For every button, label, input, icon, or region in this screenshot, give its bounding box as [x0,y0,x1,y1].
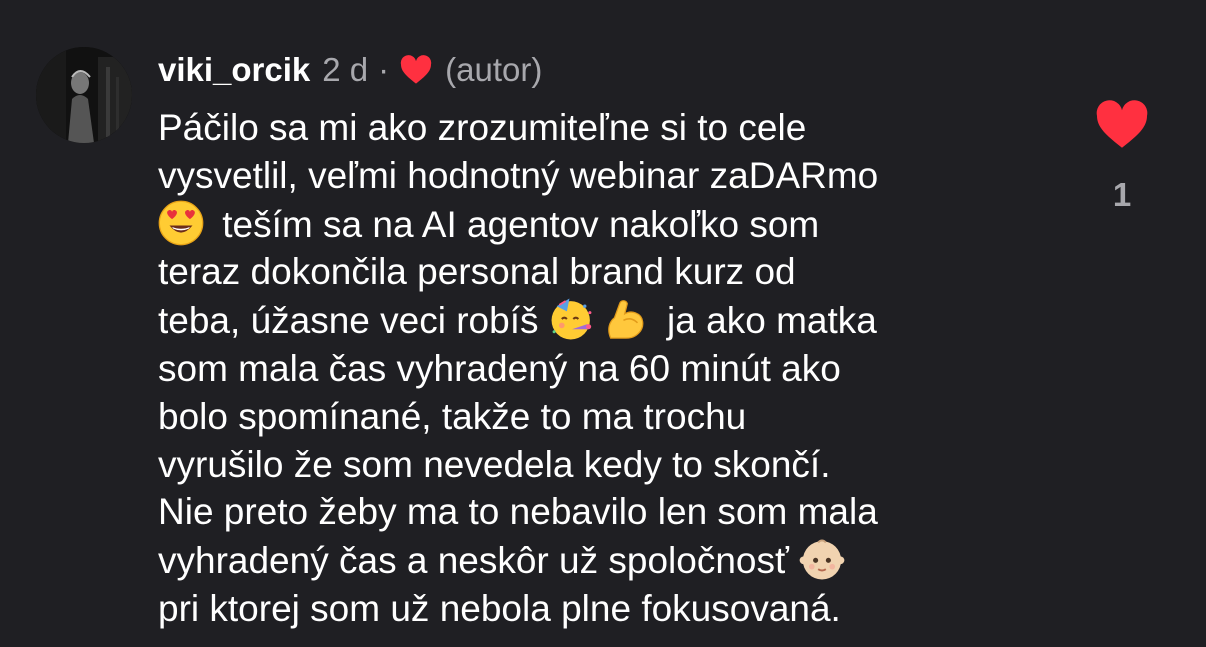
comment-text-segment: pri ktorej som už nebola plne fokusovaná… [158,587,841,629]
author-tag: (autor) [445,51,543,88]
heart-icon [399,55,433,85]
like-button-heart-icon[interactable] [1094,100,1150,150]
comment-line: Páčilo sa mi ako zrozumiteľne si to cele [158,104,1058,152]
comment-line: som mala čas vyhradený na 60 minút ako [158,345,1058,393]
smiling-face-with-heart-eyes-emoji [158,200,208,246]
comment-text-segment: teba, úžasne veci robíš [158,300,549,342]
avatar-image [36,47,132,143]
comment-text-segment: teraz dokončila personal brand kurz od [158,251,796,293]
comment-text: Páčilo sa mi ako zrozumiteľne si to cele… [158,104,1058,633]
comment-text-segment: vysvetlil, veľmi hodnotný webinar zaDARm… [158,154,879,196]
comment: viki_orcik 2 d · (autor) Páčilo sa mi ak… [0,0,1206,647]
comment-text-segment: Páčilo sa mi ako zrozumiteľne si to cele [158,107,807,148]
comment-header: viki_orcik 2 d · (autor) [158,48,542,92]
comment-line: Nie preto žeby ma to nebavilo len som ma… [158,488,1058,536]
comment-line: teba, úžasne veci robíš ja ako matka [158,296,1058,345]
comment-line: teším sa na AI agentov nakoľko som [158,200,1058,249]
partying-face-emoji [549,296,599,342]
timestamp: 2 d [322,51,369,88]
comment-line: pri ktorej som už nebola plne fokusovaná… [158,585,1058,633]
comment-text-segment: vyrušilo že som nevedela kedy to skončí. [158,443,831,485]
comment-text-segment: som mala čas vyhradený na 60 minút ako [158,347,841,389]
comment-line: vyhradený čas a neskôr už spoločnosť [158,536,1058,585]
username[interactable]: viki_orcik [158,51,310,89]
comment-text-segment: vyhradený čas a neskôr už spoločnosť [158,540,800,582]
comment-text-segment: bolo spomínané, takže to ma trochu [158,395,747,437]
comment-line: bolo spomínané, takže to ma trochu [158,393,1058,441]
comment-text-segment: ja ako matka [656,300,877,342]
baby-face-emoji [799,536,849,582]
comment-text-segment: Nie preto žeby ma to nebavilo len som ma… [158,491,878,533]
avatar[interactable] [36,47,132,143]
comment-line: teraz dokončila personal brand kurz od [158,248,1058,296]
like-area: 1 [1092,100,1152,214]
comment-line: vyrušilo že som nevedela kedy to skončí. [158,441,1058,489]
separator: · [378,51,390,88]
flexed-biceps-emoji [603,296,653,342]
like-count[interactable]: 1 [1092,176,1152,214]
comment-text-segment: teším sa na AI agentov nakoľko som [212,203,820,245]
comment-line: vysvetlil, veľmi hodnotný webinar zaDARm… [158,152,1058,200]
